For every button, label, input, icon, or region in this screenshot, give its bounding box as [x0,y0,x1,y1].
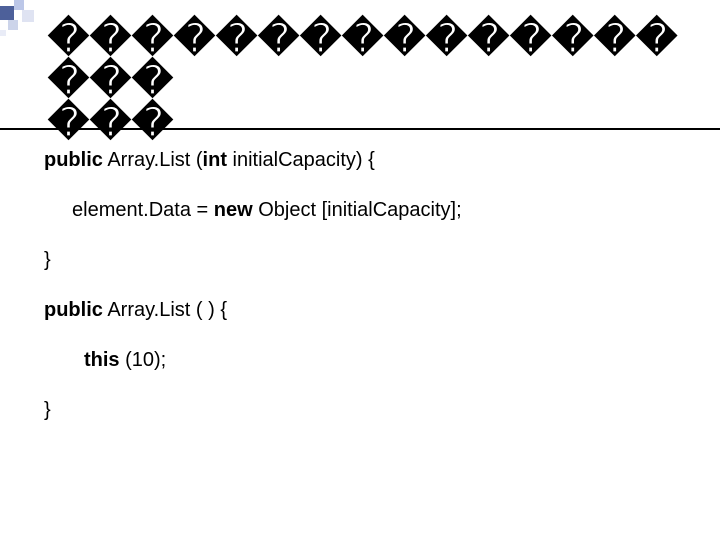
code-line-6: } [44,396,690,424]
code-body: public Array.List (int initialCapacity) … [44,146,690,446]
slide-title: ������������������ ��� [48,18,708,144]
code-line-3: } [44,246,690,274]
title-area: ������������������ ��� [48,18,708,144]
code-text: Object [initialCapacity]; [253,199,462,221]
divider [0,128,720,130]
keyword-public: public [44,149,103,171]
code-text: Array.List ( ) { [103,299,227,321]
title-row-1: ������������������ [48,17,678,103]
code-text: element.Data = [72,199,214,221]
keyword-this: this [84,349,120,371]
code-line-5: this (10); [44,346,690,374]
code-brace: } [44,249,51,271]
keyword-public: public [44,299,103,321]
keyword-int: int [203,149,227,171]
code-text: (10); [120,349,167,371]
keyword-new: new [214,199,253,221]
code-brace: } [44,399,51,421]
code-text: initialCapacity) { [227,149,375,171]
corner-decoration [0,0,44,44]
code-line-2: element.Data = new Object [initialCapaci… [44,196,690,224]
title-row-2: ��� [48,102,708,144]
code-line-1: public Array.List (int initialCapacity) … [44,146,690,174]
code-line-4: public Array.List ( ) { [44,296,690,324]
code-text: Array.List ( [103,149,203,171]
slide: ������������������ ��� public Array.List… [0,0,720,540]
